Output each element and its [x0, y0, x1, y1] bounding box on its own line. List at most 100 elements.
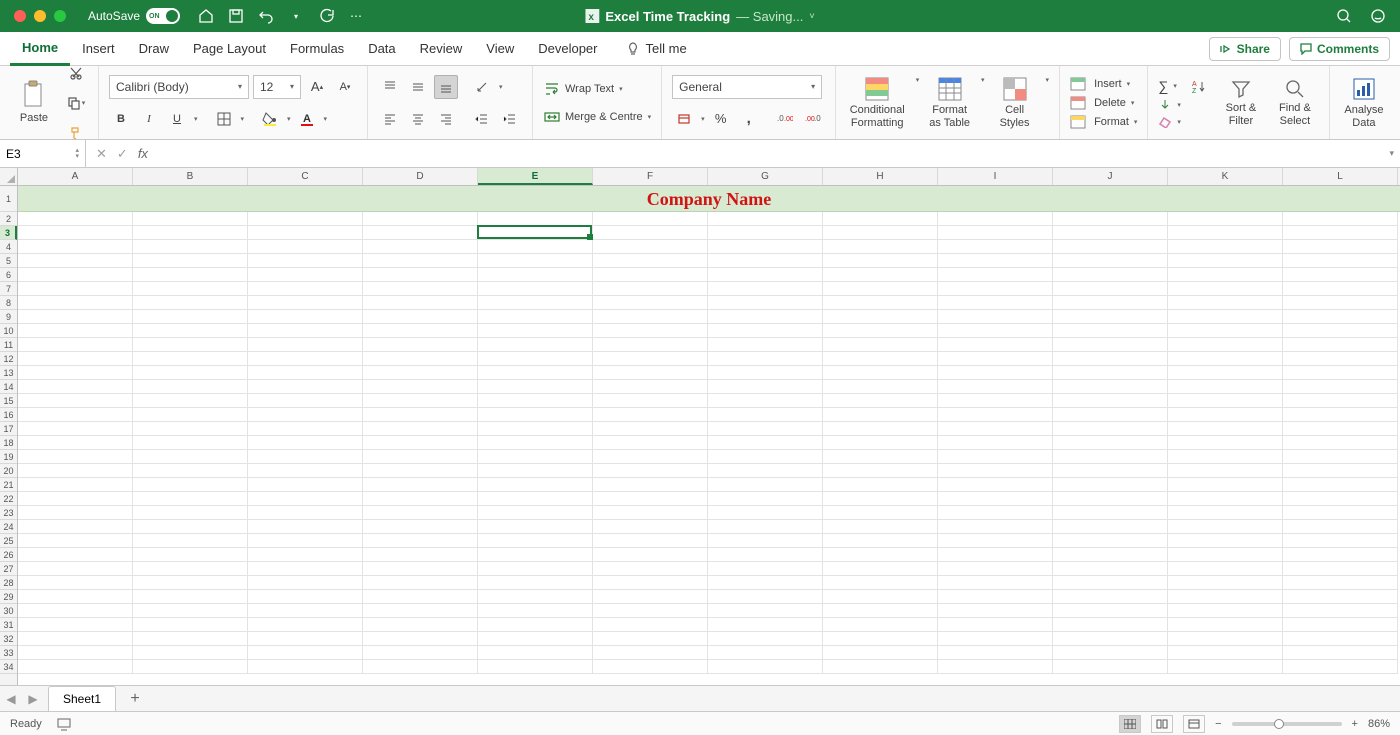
- cell[interactable]: [1283, 464, 1398, 478]
- cell[interactable]: [18, 604, 133, 618]
- cell[interactable]: [1053, 380, 1168, 394]
- cell[interactable]: [1168, 254, 1283, 268]
- cell[interactable]: [823, 282, 938, 296]
- cell[interactable]: [478, 520, 593, 534]
- cell[interactable]: [363, 380, 478, 394]
- cell[interactable]: [478, 576, 593, 590]
- cell[interactable]: [363, 394, 478, 408]
- row-header[interactable]: 25: [0, 534, 17, 548]
- cell[interactable]: [593, 646, 708, 660]
- cell[interactable]: [18, 646, 133, 660]
- bold-button[interactable]: B: [109, 107, 133, 131]
- cell[interactable]: [823, 268, 938, 282]
- cell[interactable]: [248, 632, 363, 646]
- cell[interactable]: [478, 352, 593, 366]
- cell[interactable]: [708, 310, 823, 324]
- row-header[interactable]: 6: [0, 268, 17, 282]
- cell[interactable]: [593, 450, 708, 464]
- document-title[interactable]: Excel Time Tracking: [605, 9, 730, 24]
- view-normal-icon[interactable]: [1119, 715, 1141, 733]
- cell[interactable]: [133, 408, 248, 422]
- cell[interactable]: [133, 478, 248, 492]
- cell[interactable]: [708, 338, 823, 352]
- row-header[interactable]: 2: [0, 212, 17, 226]
- cell[interactable]: [1053, 282, 1168, 296]
- cell[interactable]: [1283, 660, 1398, 674]
- cell[interactable]: [133, 366, 248, 380]
- cell[interactable]: [18, 562, 133, 576]
- title-chevron-icon[interactable]: ˅: [809, 11, 814, 21]
- cell[interactable]: [823, 212, 938, 226]
- cell[interactable]: [248, 534, 363, 548]
- cell[interactable]: [708, 352, 823, 366]
- italic-button[interactable]: I: [137, 107, 161, 131]
- cell[interactable]: [133, 268, 248, 282]
- cell[interactable]: [823, 576, 938, 590]
- row-header[interactable]: 12: [0, 352, 17, 366]
- cell[interactable]: [363, 576, 478, 590]
- confirm-formula-icon[interactable]: ✓: [117, 146, 128, 162]
- cell[interactable]: [593, 590, 708, 604]
- cell[interactable]: [133, 422, 248, 436]
- cell[interactable]: [1053, 408, 1168, 422]
- cell[interactable]: [1283, 324, 1398, 338]
- align-middle-icon[interactable]: [406, 75, 430, 99]
- column-header[interactable]: C: [248, 168, 363, 185]
- toggle-switch-icon[interactable]: ON: [146, 8, 180, 24]
- cut-icon[interactable]: [64, 61, 88, 85]
- cell[interactable]: [708, 506, 823, 520]
- cell[interactable]: [18, 548, 133, 562]
- cell[interactable]: [593, 576, 708, 590]
- cell[interactable]: [1053, 226, 1168, 240]
- row-header[interactable]: 22: [0, 492, 17, 506]
- cell[interactable]: [133, 226, 248, 240]
- cell[interactable]: [133, 604, 248, 618]
- cell[interactable]: [938, 240, 1053, 254]
- cell[interactable]: [133, 296, 248, 310]
- cell[interactable]: [363, 408, 478, 422]
- cell[interactable]: [593, 394, 708, 408]
- zoom-level[interactable]: 86%: [1368, 718, 1390, 730]
- cell[interactable]: [1053, 464, 1168, 478]
- cell[interactable]: [133, 436, 248, 450]
- cell[interactable]: [1053, 604, 1168, 618]
- cell[interactable]: [133, 492, 248, 506]
- cell[interactable]: [1168, 520, 1283, 534]
- cell[interactable]: [593, 548, 708, 562]
- wrap-text-button[interactable]: Wrap Text ▾: [543, 80, 651, 98]
- cell[interactable]: [1053, 534, 1168, 548]
- cell[interactable]: [1283, 604, 1398, 618]
- cell[interactable]: [1168, 618, 1283, 632]
- cell[interactable]: [938, 408, 1053, 422]
- cell[interactable]: [1053, 212, 1168, 226]
- column-header[interactable]: K: [1168, 168, 1283, 185]
- cell[interactable]: [478, 562, 593, 576]
- close-window-icon[interactable]: [14, 10, 26, 22]
- cell[interactable]: [478, 212, 593, 226]
- cell[interactable]: [823, 590, 938, 604]
- cell[interactable]: [1053, 254, 1168, 268]
- row-header[interactable]: 3: [0, 226, 17, 240]
- cell[interactable]: [1283, 520, 1398, 534]
- cell[interactable]: [133, 338, 248, 352]
- cell[interactable]: [938, 254, 1053, 268]
- cell[interactable]: [478, 226, 593, 240]
- cell[interactable]: [823, 632, 938, 646]
- cell[interactable]: [1283, 562, 1398, 576]
- cell[interactable]: [938, 296, 1053, 310]
- cell[interactable]: [1168, 492, 1283, 506]
- align-center-icon[interactable]: [406, 107, 430, 131]
- cell[interactable]: [478, 338, 593, 352]
- cell[interactable]: [363, 478, 478, 492]
- cell[interactable]: [363, 212, 478, 226]
- tab-home[interactable]: Home: [10, 32, 70, 66]
- cell[interactable]: [823, 492, 938, 506]
- cell[interactable]: [478, 534, 593, 548]
- cell[interactable]: [938, 268, 1053, 282]
- cell[interactable]: [938, 506, 1053, 520]
- cell[interactable]: [363, 562, 478, 576]
- cell[interactable]: [938, 464, 1053, 478]
- cell[interactable]: [938, 310, 1053, 324]
- cell[interactable]: [938, 562, 1053, 576]
- cell[interactable]: [18, 282, 133, 296]
